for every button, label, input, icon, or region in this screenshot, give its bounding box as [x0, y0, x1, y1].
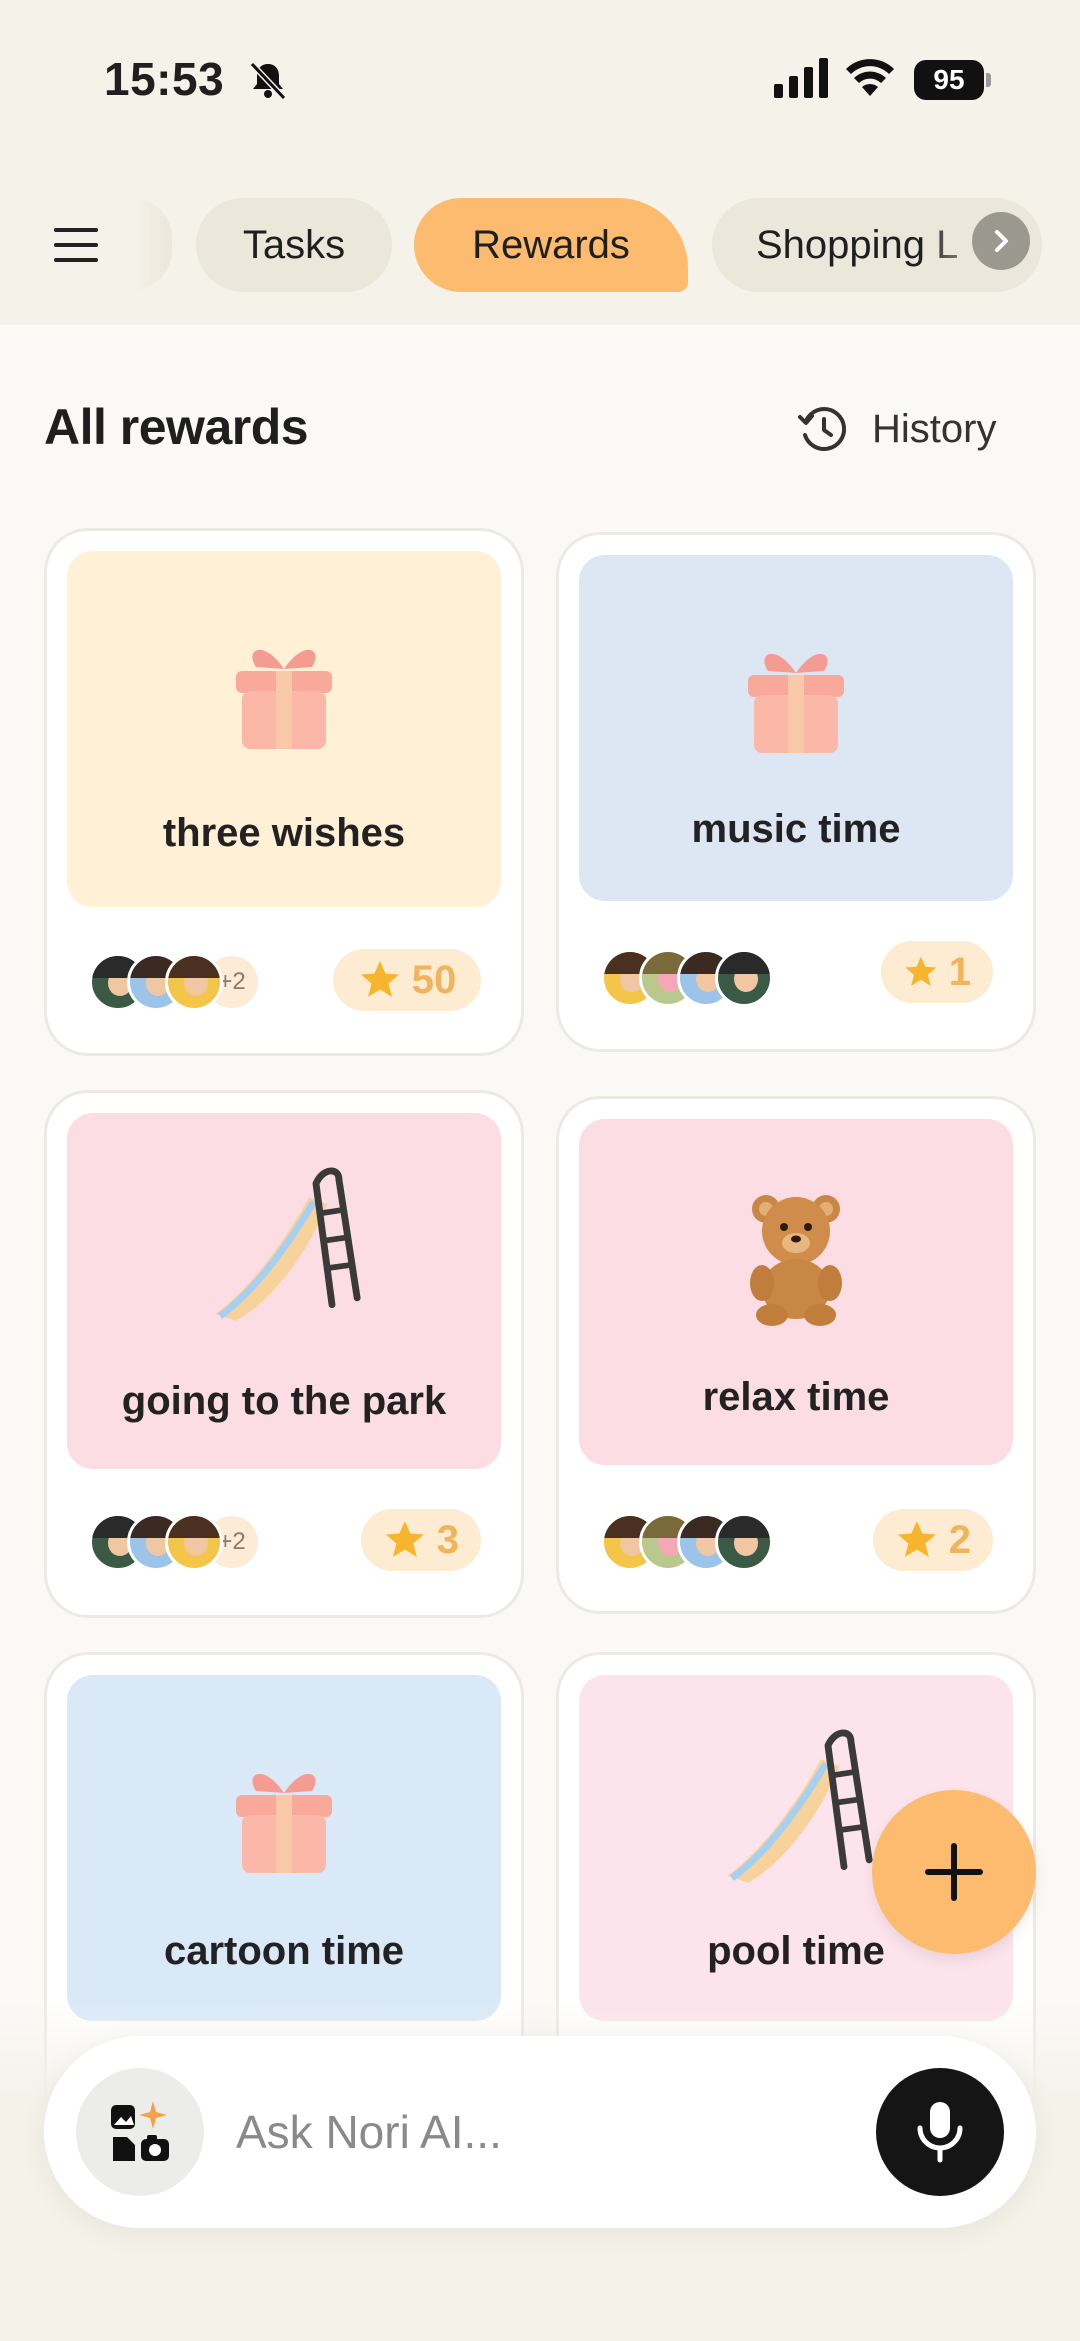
tab-tasks[interactable]: Tasks	[196, 198, 392, 292]
star-icon	[905, 956, 937, 986]
history-icon	[798, 406, 847, 451]
reward-card-image: three wishes	[67, 551, 501, 907]
bell-muted-icon	[249, 61, 287, 101]
points-badge: 3	[361, 1509, 481, 1571]
reward-title: music time	[691, 807, 901, 851]
reward-card-relax-time[interactable]: relax time 2	[556, 1096, 1036, 1614]
tab-offscreen[interactable]	[132, 198, 172, 290]
avatar	[715, 949, 773, 1007]
reward-card-three-wishes[interactable]: three wishes +2 50	[44, 528, 524, 1056]
menu-button[interactable]	[46, 220, 106, 270]
points-badge: 1	[881, 941, 993, 1003]
gift-icon	[236, 649, 332, 749]
battery-indicator: 95	[914, 60, 992, 100]
assignee-avatars	[601, 1513, 773, 1571]
gift-icon	[236, 1773, 332, 1873]
menu-icon-line	[54, 258, 98, 262]
add-reward-button[interactable]	[872, 1790, 1036, 1954]
chevron-right-icon	[995, 230, 1008, 252]
status-bar: 15:53 95	[0, 0, 1080, 160]
voice-input-button[interactable]	[876, 2068, 1004, 2196]
teddy-bear-icon	[750, 1195, 842, 1326]
status-time: 15:53	[104, 53, 225, 105]
reward-title: going to the park	[121, 1379, 447, 1423]
ask-ai-input[interactable]	[236, 2096, 856, 2168]
attachments-button[interactable]	[76, 2068, 204, 2196]
battery-level: 95	[914, 60, 984, 100]
reward-title: relax time	[702, 1375, 890, 1419]
points-badge: 50	[333, 949, 481, 1011]
reward-card-music-time[interactable]: music time 1	[556, 532, 1036, 1052]
history-button[interactable]: History	[796, 398, 996, 460]
ask-ai-bar	[44, 2036, 1036, 2228]
reward-title: three wishes	[162, 811, 406, 855]
reward-title: cartoon time	[163, 1929, 405, 1973]
menu-icon-line	[54, 228, 98, 232]
menu-icon-line	[54, 243, 98, 247]
points-value: 2	[948, 1517, 971, 1562]
plus-icon	[925, 1843, 983, 1901]
media-tools-icon	[111, 2101, 169, 2161]
reward-card-image: relax time	[579, 1119, 1013, 1465]
avatar	[165, 953, 223, 1011]
assignee-avatars: +2	[89, 1513, 261, 1571]
avatar	[165, 1513, 223, 1571]
points-badge: 2	[873, 1509, 993, 1571]
avatar	[715, 1513, 773, 1571]
tabs-scroll-right-button[interactable]	[972, 212, 1030, 270]
star-icon	[360, 961, 399, 997]
star-icon	[385, 1521, 424, 1557]
tab-bar: Tasks Rewards Shopping L	[0, 160, 1080, 325]
reward-card-image: cartoon time	[67, 1675, 501, 2021]
reward-card-going-to-the-park[interactable]: going to the park +2 3	[44, 1090, 524, 1618]
assignee-avatars	[601, 949, 773, 1007]
points-value: 50	[411, 957, 457, 1002]
slide-icon	[727, 1729, 873, 1883]
slide-icon	[215, 1167, 361, 1321]
page-title: All rewards	[44, 399, 309, 455]
wifi-icon	[846, 59, 894, 96]
history-label: History	[872, 406, 997, 451]
reward-card-image: going to the park	[67, 1113, 501, 1469]
battery-tip	[986, 73, 991, 87]
cellular-signal-icon	[774, 58, 828, 98]
tab-rewards[interactable]: Rewards	[414, 198, 688, 292]
reward-card-image: music time	[579, 555, 1013, 901]
points-value: 1	[948, 949, 971, 994]
microphone-icon	[917, 2102, 963, 2163]
points-value: 3	[436, 1517, 459, 1562]
gift-icon	[748, 653, 844, 753]
assignee-avatars: +2	[89, 953, 261, 1011]
star-icon	[897, 1521, 936, 1557]
